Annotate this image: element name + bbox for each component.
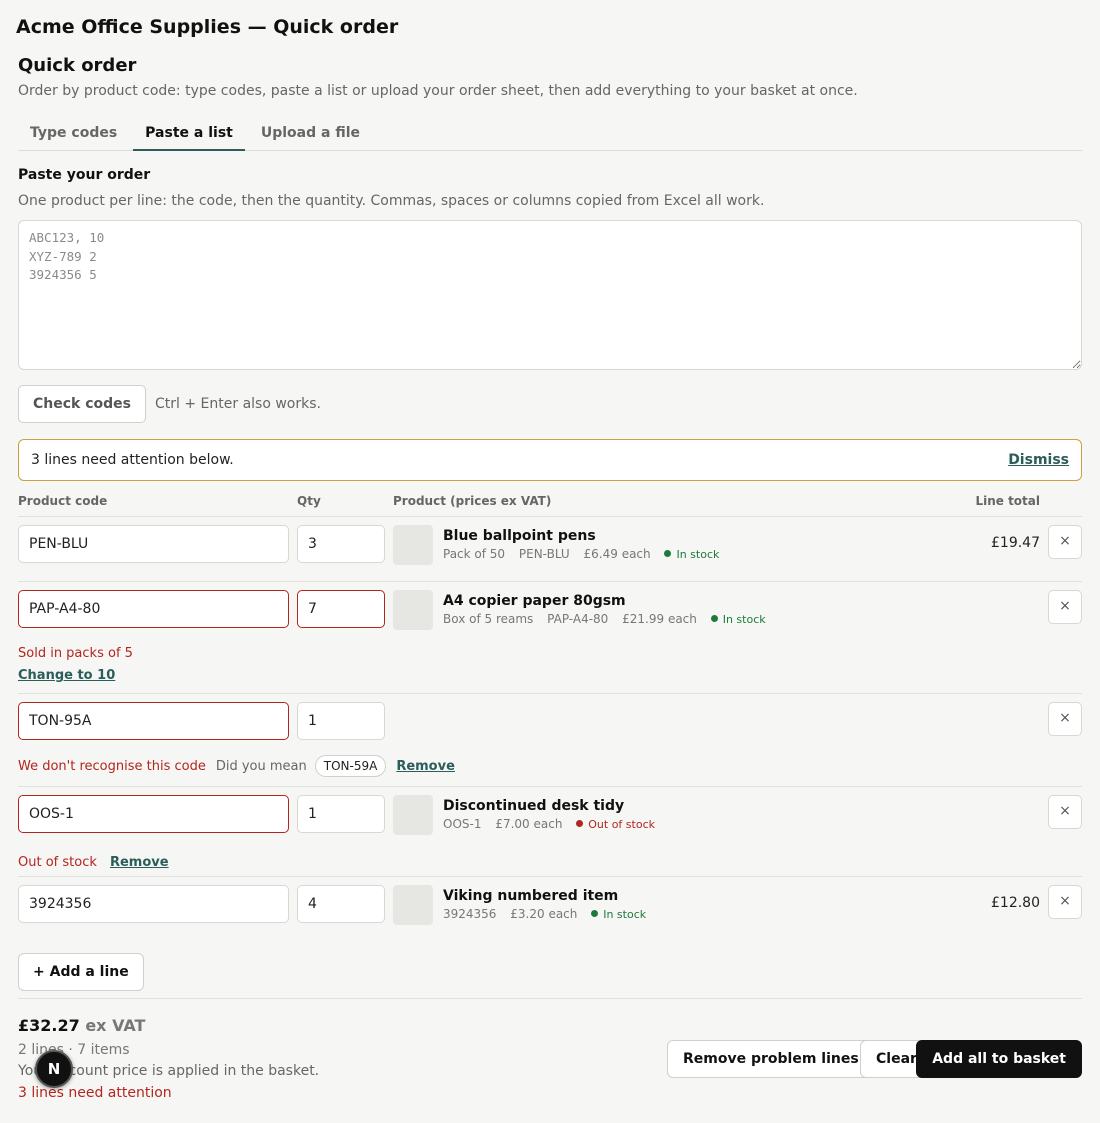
stock-status: Out of stock bbox=[576, 818, 655, 831]
remove-line-button[interactable]: × bbox=[1048, 795, 1082, 829]
row-error-message: We don't recognise this code bbox=[18, 758, 206, 774]
unrecognised-code-row: We don't recognise this code Did you mea… bbox=[18, 755, 455, 777]
footer-divider bbox=[18, 998, 1082, 999]
quantity-input[interactable] bbox=[297, 795, 385, 833]
table-row: Viking numbered item 3924356 £3.20 each … bbox=[18, 877, 1082, 937]
add-all-to-basket-button[interactable]: Add all to basket bbox=[916, 1040, 1082, 1078]
table-row: × We don't recognise this code Did you m… bbox=[18, 694, 1082, 787]
stock-dot-icon bbox=[576, 820, 584, 827]
unit-price: £7.00 each bbox=[495, 817, 563, 831]
paste-help: One product per line: the code, then the… bbox=[18, 193, 765, 209]
order-total-amount: £32.27 bbox=[18, 1016, 80, 1035]
tab-paste-a-list[interactable]: Paste a list bbox=[133, 117, 245, 151]
row-error-message: Sold in packs of 5 bbox=[18, 646, 133, 661]
unit-price: £6.49 each bbox=[583, 547, 651, 561]
quantity-input[interactable] bbox=[297, 525, 385, 563]
floating-app-badge-icon[interactable]: N bbox=[35, 1050, 73, 1088]
stock-dot-icon bbox=[591, 910, 599, 917]
remove-problem-lines-button[interactable]: Remove problem lines bbox=[667, 1040, 875, 1078]
product-meta: Pack of 50 PEN-BLU £6.49 each In stock bbox=[443, 547, 729, 561]
suggested-code-chip[interactable]: TON-59A bbox=[314, 755, 387, 777]
stock-dot-icon bbox=[664, 550, 672, 557]
product-meta: Box of 5 reams PAP-A4-80 £21.99 each In … bbox=[443, 612, 776, 626]
remove-line-button[interactable]: × bbox=[1048, 702, 1082, 736]
product-name: Discontinued desk tidy bbox=[443, 798, 625, 814]
order-total: £32.27 ex VAT bbox=[18, 1016, 145, 1035]
paste-label: Paste your order bbox=[18, 167, 151, 183]
product-code-input[interactable] bbox=[18, 885, 289, 923]
pack-size: Box of 5 reams bbox=[443, 612, 534, 626]
tab-upload-a-file[interactable]: Upload a file bbox=[249, 117, 372, 150]
dismiss-alert-link[interactable]: Dismiss bbox=[1008, 452, 1069, 468]
product-name: Blue ballpoint pens bbox=[443, 528, 596, 544]
remove-line-button[interactable]: × bbox=[1048, 525, 1082, 559]
line-total: £12.80 bbox=[991, 895, 1040, 911]
product-name: A4 copier paper 80gsm bbox=[443, 593, 626, 609]
tab-type-codes[interactable]: Type codes bbox=[18, 117, 129, 150]
product-code-input[interactable] bbox=[18, 590, 289, 628]
product-thumbnail bbox=[393, 525, 433, 565]
unit-price: £3.20 each bbox=[510, 907, 578, 921]
pack-size: Pack of 50 bbox=[443, 547, 506, 561]
line-total: £19.47 bbox=[991, 535, 1040, 551]
paste-order-textarea[interactable] bbox=[18, 220, 1082, 370]
stock-status: In stock bbox=[664, 548, 719, 561]
product-sku: PAP-A4-80 bbox=[547, 612, 609, 626]
table-row: Discontinued desk tidy OOS-1 £7.00 each … bbox=[18, 787, 1082, 877]
alert-message: 3 lines need attention below. bbox=[31, 452, 234, 468]
column-header-product: Product (prices ex VAT) bbox=[393, 494, 552, 508]
remove-line-button[interactable]: × bbox=[1048, 590, 1082, 624]
table-row: Blue ballpoint pens Pack of 50 PEN-BLU £… bbox=[18, 517, 1082, 582]
product-name: Viking numbered item bbox=[443, 888, 619, 904]
suggestion-prompt: Did you mean bbox=[215, 758, 307, 774]
app-title: Acme Office Supplies — Quick order bbox=[16, 16, 399, 38]
table-header: Product code Qty Product (prices ex VAT)… bbox=[18, 481, 1082, 517]
product-thumbnail bbox=[393, 885, 433, 925]
product-sku: 3924356 bbox=[443, 907, 497, 921]
check-codes-button[interactable]: Check codes bbox=[18, 385, 146, 423]
tab-bar: Type codes Paste a list Upload a file bbox=[18, 117, 1082, 151]
unit-price: £21.99 each bbox=[622, 612, 697, 626]
product-meta: 3924356 £3.20 each In stock bbox=[443, 907, 656, 921]
quantity-input[interactable] bbox=[297, 702, 385, 740]
column-header-line-total: Line total bbox=[975, 494, 1040, 508]
product-code-input[interactable] bbox=[18, 525, 289, 563]
remove-line-link[interactable]: Remove bbox=[396, 759, 455, 774]
order-line-count: 2 lines · 7 items bbox=[18, 1042, 130, 1058]
quantity-input[interactable] bbox=[297, 885, 385, 923]
stock-dot-icon bbox=[710, 615, 718, 622]
product-code-input[interactable] bbox=[18, 795, 289, 833]
order-total-suffix: ex VAT bbox=[85, 1016, 146, 1035]
add-line-button[interactable]: + Add a line bbox=[18, 953, 144, 991]
column-header-code: Product code bbox=[18, 494, 108, 508]
product-thumbnail bbox=[393, 590, 433, 630]
product-sku: OOS-1 bbox=[443, 817, 482, 831]
page-title: Quick order bbox=[18, 55, 137, 76]
check-codes-row: Check codes Ctrl + Enter also works. bbox=[18, 385, 1082, 423]
stock-status: In stock bbox=[710, 613, 766, 626]
row-error-message: Out of stock bbox=[18, 855, 97, 870]
remove-line-button[interactable]: × bbox=[1048, 885, 1082, 919]
product-meta: OOS-1 £7.00 each Out of stock bbox=[443, 817, 665, 831]
keyboard-hint: Ctrl + Enter also works. bbox=[155, 396, 321, 412]
product-thumbnail bbox=[393, 795, 433, 835]
change-quantity-link[interactable]: Change to 10 bbox=[18, 668, 115, 683]
product-sku: PEN-BLU bbox=[518, 547, 570, 561]
quantity-input[interactable] bbox=[297, 590, 385, 628]
table-row: A4 copier paper 80gsm Box of 5 reams PAP… bbox=[18, 582, 1082, 694]
stock-status: In stock bbox=[591, 908, 646, 921]
remove-line-link[interactable]: Remove bbox=[110, 855, 169, 870]
product-code-input[interactable] bbox=[18, 702, 289, 740]
quick-order-page: Quick order Order by product code: type … bbox=[18, 55, 1082, 1101]
page-subtitle: Order by product code: type codes, paste… bbox=[18, 83, 858, 99]
column-header-qty: Qty bbox=[297, 494, 321, 508]
out-of-stock-row: Out of stock Remove bbox=[18, 851, 169, 870]
attention-summary: 3 lines need attention bbox=[18, 1085, 172, 1101]
attention-alert: 3 lines need attention below. Dismiss bbox=[18, 439, 1082, 481]
